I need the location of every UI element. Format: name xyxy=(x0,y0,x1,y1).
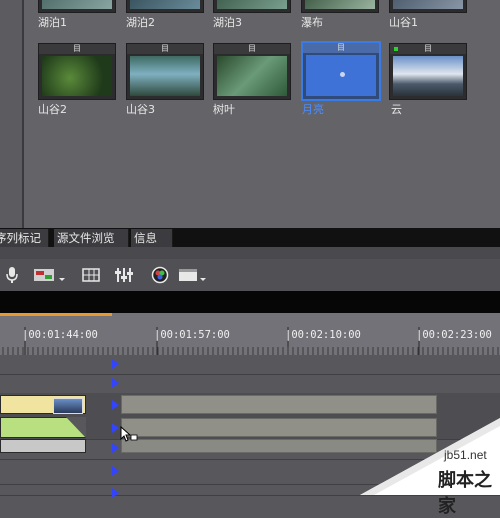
clip-lower[interactable] xyxy=(0,439,86,453)
color-icon[interactable] xyxy=(151,266,169,288)
playhead-marker-icon xyxy=(112,423,119,433)
grid-icon[interactable] xyxy=(82,266,100,288)
timeline-header-band xyxy=(0,291,500,313)
label-moon: 月亮 xyxy=(302,103,324,116)
thumbnail-valley3[interactable]: 目 xyxy=(126,43,204,100)
timecode-label: |00:01:57:00 xyxy=(154,329,230,341)
label-clouds: 云 xyxy=(391,103,402,116)
clip-type-badge: 目 xyxy=(337,43,345,52)
label-lake2: 湖泊2 xyxy=(126,16,155,29)
thumbnail-waterfall[interactable] xyxy=(301,0,379,13)
watermark: jb51.net 脚本之家 xyxy=(360,418,500,517)
clip-export-icon[interactable] xyxy=(33,266,67,288)
clip-type-badge: 目 xyxy=(73,44,81,53)
watermark-text: 脚本之家 xyxy=(438,470,492,517)
timeline-toolbar xyxy=(0,259,500,291)
window-menu-icon[interactable] xyxy=(178,266,208,288)
playhead-marker-icon xyxy=(112,359,119,369)
clip-thumbnail xyxy=(53,398,83,414)
video-clip[interactable] xyxy=(0,395,86,414)
gray-clip[interactable] xyxy=(121,395,437,414)
thumbnail-lake1[interactable] xyxy=(38,0,116,13)
clip-type-badge: 目 xyxy=(248,44,256,53)
label-valley3: 山谷3 xyxy=(126,103,155,116)
transition-clip[interactable] xyxy=(0,417,86,438)
watermark-site: jb51.net xyxy=(444,448,487,462)
label-lake3: 湖泊3 xyxy=(213,16,242,29)
label-valley1: 山谷1 xyxy=(389,16,418,29)
tab-source-browser[interactable]: 源文件浏览 xyxy=(54,229,129,247)
track-row[interactable] xyxy=(0,355,500,375)
mouse-cursor-icon xyxy=(120,426,138,442)
playhead-marker-icon xyxy=(112,400,119,410)
label-waterfall: 瀑布 xyxy=(301,16,323,29)
playhead-marker-icon xyxy=(112,443,119,453)
tab-info[interactable]: 信息 xyxy=(131,229,173,247)
tab-sequence-markers[interactable]: 序列标记 xyxy=(0,229,49,247)
panel-separator xyxy=(0,247,500,259)
playhead-marker-icon xyxy=(112,378,119,388)
bin-folder-panel xyxy=(0,0,24,228)
thumbnail-valley2[interactable]: 目 xyxy=(38,43,116,100)
panel-tab-bar: 序列标记 源文件浏览 信息 xyxy=(0,228,500,247)
timeline-ruler[interactable]: |00:01:44:00 |00:01:57:00 |00:02:10:00 |… xyxy=(0,313,500,355)
status-dot-icon xyxy=(394,47,398,51)
playhead-marker-icon xyxy=(112,466,119,476)
thumbnail-moon[interactable]: 目 xyxy=(301,41,381,101)
timecode-label: |00:02:10:00 xyxy=(285,329,361,341)
clip-type-badge: 目 xyxy=(424,44,432,53)
label-lake1: 湖泊1 xyxy=(38,16,67,29)
thumbnail-clouds[interactable]: 目 xyxy=(389,43,467,100)
thumbnail-lake2[interactable] xyxy=(126,0,204,13)
microphone-icon[interactable] xyxy=(6,266,18,288)
playhead-marker-icon xyxy=(112,488,119,498)
transition-wedge xyxy=(66,417,86,438)
thumbnail-valley1[interactable] xyxy=(389,0,467,13)
thumbnail-leaves[interactable]: 目 xyxy=(213,43,291,100)
label-valley2: 山谷2 xyxy=(38,103,67,116)
label-leaves: 树叶 xyxy=(213,103,235,116)
timecode-label: |00:01:44:00 xyxy=(22,329,98,341)
media-bin: 湖泊1 湖泊2 湖泊3 瀑布 山谷1 目 目 目 目 目 山谷2 山谷3 树叶 … xyxy=(0,0,500,228)
timecode-label: |00:02:23:00 xyxy=(416,329,492,341)
mixer-icon[interactable] xyxy=(114,266,134,288)
thumbnail-lake3[interactable] xyxy=(213,0,291,13)
track-row[interactable] xyxy=(0,374,500,394)
clip-type-badge: 目 xyxy=(161,44,169,53)
